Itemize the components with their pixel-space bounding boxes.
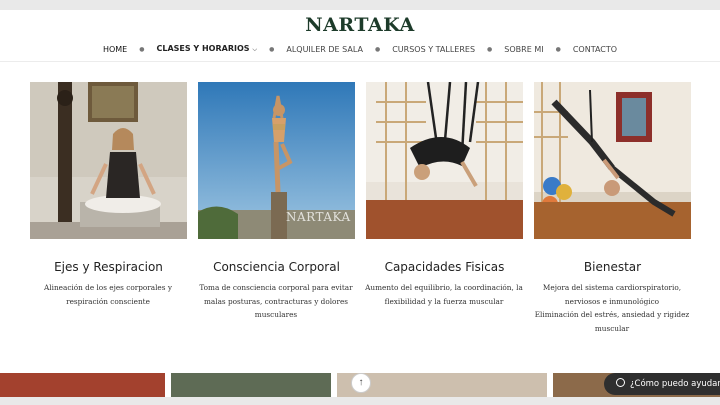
- card-description-line: flexibilidad y la fuerza muscular: [384, 296, 504, 306]
- photo-meditation[interactable]: [30, 82, 187, 239]
- scroll-to-top-button[interactable]: ↑: [351, 373, 371, 393]
- nav-separator: ●: [487, 45, 493, 53]
- photo-aerial-split[interactable]: [534, 82, 691, 239]
- nav-separator: ●: [269, 45, 275, 53]
- main-nav: HOME ● CLASES Y HORARIOS ⌵ ● ALQUILER DE …: [0, 42, 720, 56]
- card-description-line: Aumento del equilibrio, la coordinación,…: [365, 283, 523, 292]
- nav-separator: ●: [139, 45, 145, 53]
- card-description: Aumento del equilibrio, la coordinación,…: [360, 281, 528, 308]
- chat-button-label: ¿Cómo puedo ayudarte?: [630, 379, 720, 389]
- nav-item-contacto[interactable]: CONTACTO: [567, 45, 623, 54]
- chevron-down-icon: ⌵: [252, 46, 258, 53]
- whatsapp-icon: [616, 378, 625, 387]
- nav-item-sobre-mi[interactable]: SOBRE MI: [498, 45, 549, 54]
- nav-item-home[interactable]: HOME: [97, 45, 133, 54]
- card-title: Consciencia Corporal: [213, 260, 340, 274]
- photo-thumb[interactable]: [0, 373, 165, 397]
- card-title: Capacidades Fisicas: [384, 260, 505, 274]
- nav-item-alquiler[interactable]: ALQUILER DE SALA: [280, 45, 369, 54]
- card-description: Alineación de los ejes corporales y resp…: [24, 281, 192, 308]
- card-title: Bienestar: [583, 260, 642, 274]
- card-description-line: Mejora del sistema cardiorspiratorio,: [542, 283, 682, 292]
- photo-watermark: NARTAKA: [286, 210, 351, 224]
- nav-item-clases-label: CLASES Y HORARIOS: [156, 44, 250, 53]
- card-description-line: Alineación de los ejes corporales y: [44, 283, 172, 292]
- browser-top-strip: [0, 0, 720, 10]
- card-description-line: malas posturas, contracturas y dolores: [203, 296, 349, 306]
- site-logo[interactable]: NARTAKA: [0, 14, 720, 36]
- photo-aerial-inversion[interactable]: [366, 82, 523, 239]
- card-description-line: Eliminación del estrés, ansiedad y rigid…: [534, 310, 690, 319]
- nav-item-clases[interactable]: CLASES Y HORARIOS ⌵: [150, 44, 263, 54]
- card-description-line: muscular: [594, 323, 630, 333]
- card-description: Mejora del sistema cardiorspiratorio, ne…: [528, 281, 696, 335]
- card-title: Ejes y Respiracion: [54, 260, 163, 274]
- nav-separator: ●: [555, 45, 561, 53]
- header-divider: [0, 61, 720, 62]
- card-description: Toma de consciencia corporal para evitar…: [192, 281, 360, 322]
- photo-tree-pose[interactable]: NARTAKA: [198, 82, 355, 239]
- card-description-line: nerviosos e inmunológico: [564, 296, 660, 306]
- whatsapp-chat-button[interactable]: ¿Cómo puedo ayudarte?: [604, 373, 720, 395]
- card-description-line: Toma de consciencia corporal para evitar: [199, 283, 353, 292]
- nav-separator: ●: [374, 45, 381, 53]
- photo-thumb[interactable]: [171, 373, 331, 397]
- nav-item-cursos[interactable]: CURSOS Y TALLERES: [386, 45, 481, 54]
- card-description-line: respiración consciente: [66, 296, 150, 306]
- card-description-line: musculares: [254, 310, 298, 319]
- browser-bottom-strip: [0, 397, 720, 405]
